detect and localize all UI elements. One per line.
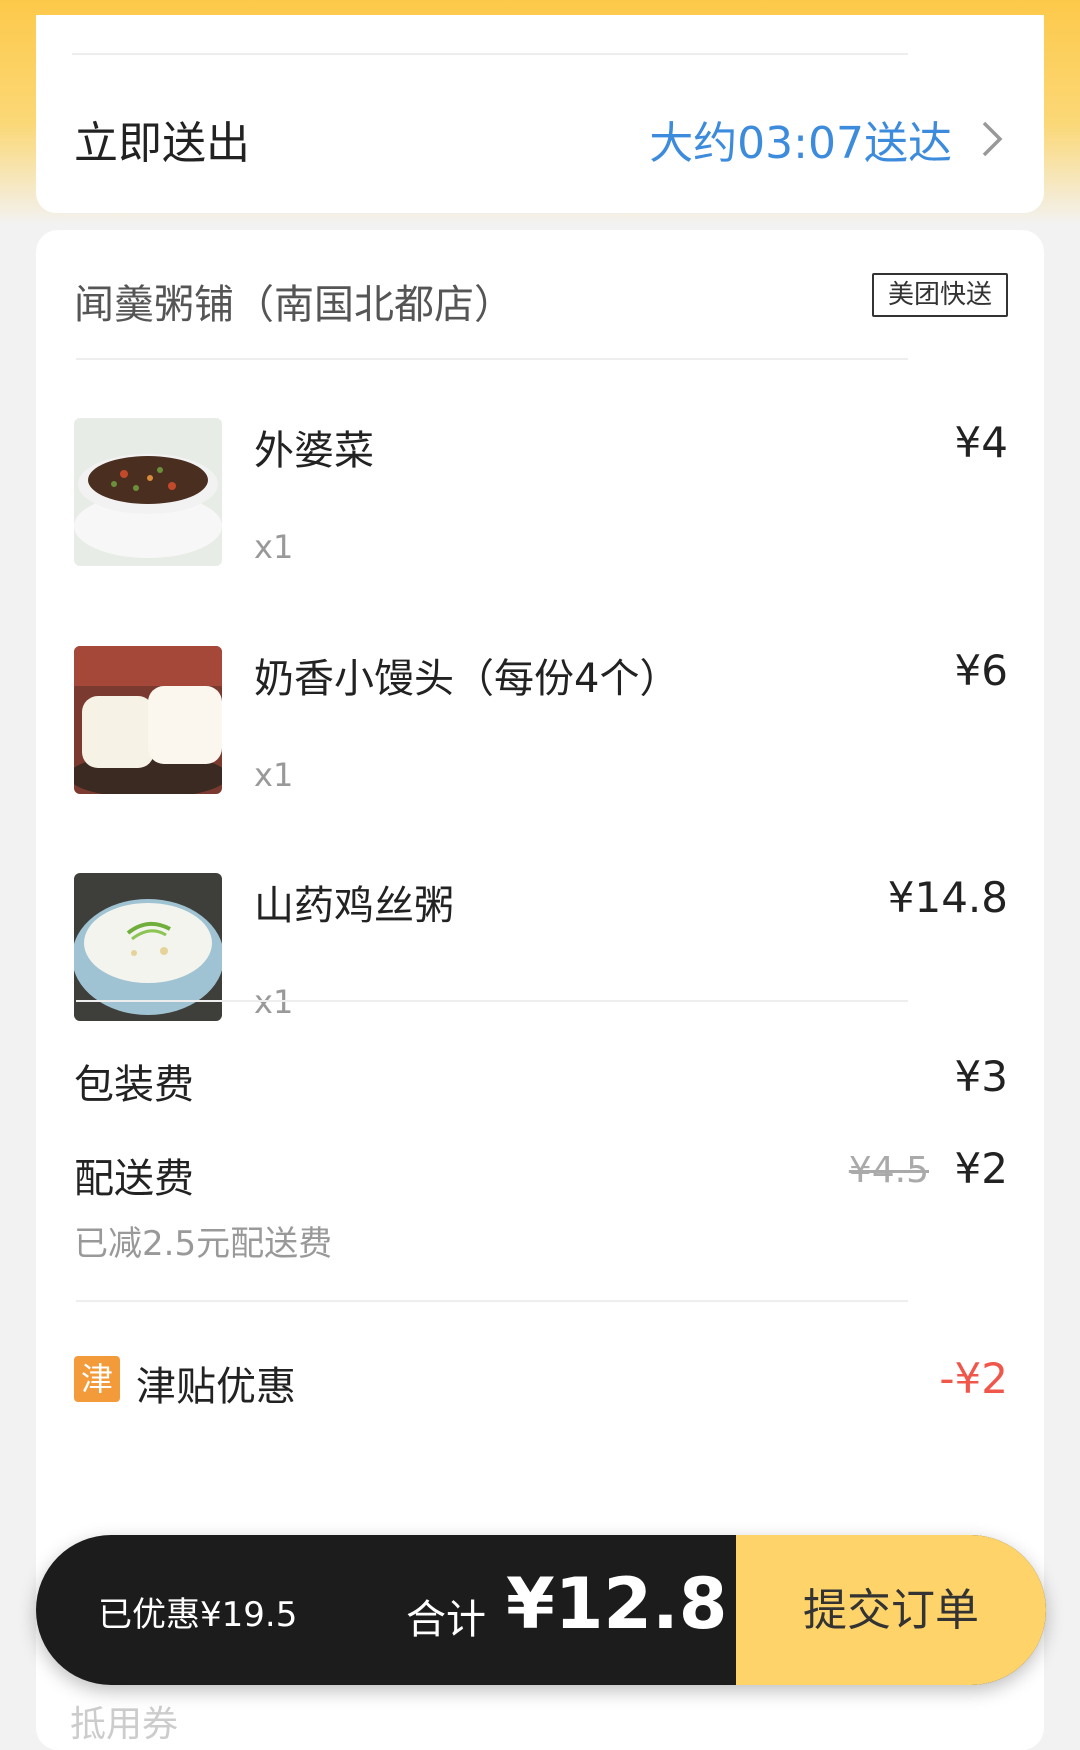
submit-order-button[interactable]: 提交订单 — [736, 1535, 1046, 1685]
delivery-option-label: 立即送出 — [74, 118, 250, 169]
delivery-fee-original-price: ¥4.5 — [848, 1150, 929, 1191]
delivery-fee-label: 配送费 — [74, 1156, 194, 1202]
chevron-right-icon[interactable] — [970, 117, 1014, 161]
total-label: 合计 — [406, 1597, 486, 1643]
item-price: ¥14.8 — [887, 873, 1008, 922]
divider — [76, 1300, 908, 1302]
minced-vegetable-dish-photo-icon — [74, 418, 222, 566]
shop-name[interactable]: 闻羹粥铺（南国北都店） — [74, 272, 514, 330]
order-item: 山药鸡丝粥 x1 ¥14.8 — [74, 873, 1008, 1021]
item-quantity: x1 — [254, 756, 294, 794]
subsidy-discount-label[interactable]: 津贴优惠 — [136, 1354, 296, 1412]
voucher-row-label: 抵用券 — [70, 1704, 179, 1745]
steamed-buns-photo-icon — [74, 646, 222, 794]
item-quantity: x1 — [254, 983, 294, 1021]
item-price: ¥6 — [954, 646, 1008, 695]
divider — [72, 53, 908, 55]
divider — [76, 1000, 908, 1002]
order-item: 奶香小馒头（每份4个） x1 ¥6 — [74, 646, 1008, 794]
item-name: 奶香小馒头（每份4个） — [254, 656, 680, 702]
delivery-time-card: 立即送出 大约03:07送达 — [36, 15, 1044, 213]
congee-bowl-photo-icon — [74, 873, 222, 1021]
total-amount: ¥12.8 — [506, 1563, 728, 1645]
item-name: 山药鸡丝粥 — [254, 883, 454, 929]
packaging-fee-price: ¥3 — [954, 1052, 1008, 1101]
subsidy-icon: 津 — [74, 1356, 120, 1402]
divider — [76, 358, 908, 360]
delivery-eta-link[interactable]: 大约03:07送达 — [649, 107, 952, 171]
order-item: 外婆菜 x1 ¥4 — [74, 418, 1008, 566]
item-quantity: x1 — [254, 528, 294, 566]
order-summary-card: 闻羹粥铺（南国北都店） 美团快送 外婆菜 x1 ¥4 奶香小馒头（每份4个） x… — [36, 230, 1044, 1750]
savings-amount: 已优惠¥19.5 — [98, 1595, 298, 1635]
delivery-fee-discount-note: 已减2.5元配送费 — [74, 1224, 333, 1264]
item-name: 外婆菜 — [254, 428, 374, 474]
delivery-fee-price: ¥2 — [954, 1144, 1008, 1193]
subsidy-discount-value[interactable]: -¥2 — [939, 1354, 1008, 1403]
delivery-service-tag: 美团快送 — [871, 273, 1008, 317]
checkout-bar: 已优惠¥19.5 合计 ¥12.8 提交订单 — [36, 1535, 1046, 1685]
item-price: ¥4 — [954, 418, 1008, 467]
packaging-fee-label: 包装费 — [74, 1062, 194, 1108]
